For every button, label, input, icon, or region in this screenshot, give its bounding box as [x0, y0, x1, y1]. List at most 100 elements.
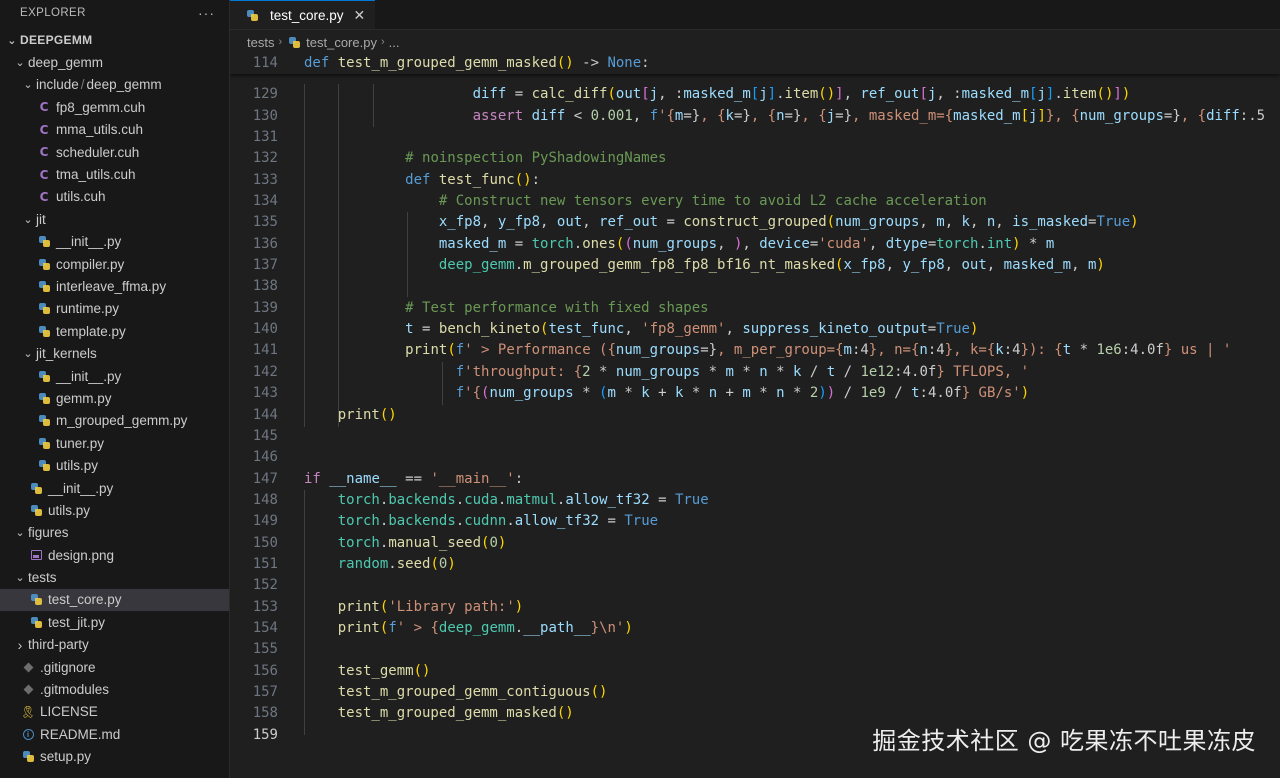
file-item[interactable]: template.py [0, 320, 229, 342]
folder-item[interactable]: ⌄ jit [0, 208, 229, 230]
file-item[interactable]: test_core.py [0, 588, 229, 612]
file-item[interactable]: test_jit.py [0, 611, 229, 633]
file-tree: ⌄ DEEPGEMM ⌄ deep_gemm ⌄ include / deep_gemm C… [0, 29, 229, 768]
file-item[interactable]: i README.md [0, 723, 229, 745]
file-item[interactable]: .gitmodules [0, 678, 229, 700]
file-item[interactable]: Cfp8_gemm.cuh [0, 96, 229, 118]
code-line[interactable]: 149 torch.backends.cudnn.allow_tf32 = Tr… [230, 511, 1280, 532]
file-item[interactable]: compiler.py [0, 253, 229, 275]
code-token: num_groups [489, 385, 574, 402]
code-line[interactable]: 139 # Test performance with fixed shapes [230, 298, 1280, 319]
file-item[interactable]: design.png [0, 544, 229, 566]
file-item[interactable]: tuner.py [0, 432, 229, 454]
code-line[interactable]: 134 # Construct new tensors every time t… [230, 191, 1280, 212]
code-line[interactable]: 143 f'{(num_groups * (m * k + k * n + m … [230, 383, 1280, 404]
code-line[interactable]: 140 t = bench_kineto(test_func, 'fp8_gem… [230, 319, 1280, 340]
breadcrumb-folder[interactable]: tests [247, 35, 274, 50]
code-text: print() [304, 405, 397, 426]
file-item[interactable]: gemm.py [0, 387, 229, 409]
code-line[interactable]: 156 test_gemm() [230, 661, 1280, 682]
code-line[interactable]: 153 print('Library path:') [230, 597, 1280, 618]
chevron-right-icon: › [380, 36, 385, 48]
code-line[interactable]: 154 print(f' > {deep_gemm.__path__}\n') [230, 618, 1280, 639]
line-number: 131 [252, 129, 278, 146]
code-token: , [1071, 257, 1088, 274]
code-line[interactable]: 147 if __name__ == '__main__': [230, 469, 1280, 490]
code-line[interactable]: 131 [230, 127, 1280, 148]
code-editor[interactable]: 114 def test_m_grouped_gemm_masked() -> N… [230, 53, 1280, 778]
file-item[interactable]: __init__.py [0, 365, 229, 387]
file-item[interactable]: 🎗 LICENSE [0, 701, 229, 723]
tab-test-core[interactable]: test_core.py ✕ [230, 0, 376, 29]
code-line[interactable]: 145 [230, 426, 1280, 447]
tree-item-label: mma_utils.cuh [56, 122, 144, 138]
code-token: . [1054, 86, 1063, 103]
chevron-down-icon: ⌄ [7, 34, 17, 47]
file-item[interactable]: runtime.py [0, 298, 229, 320]
code-line[interactable]: 148 torch.backends.cuda.matmul.allow_tf3… [230, 490, 1280, 511]
c-header-file-icon: C [39, 145, 49, 160]
code-text: x_fp8, y_fp8, out, ref_out = construct_g… [304, 212, 1139, 233]
code-line[interactable]: 144 print() [230, 405, 1280, 426]
folder-item[interactable]: ⌄ jit_kernels [0, 342, 229, 364]
code-token: is_masked [1012, 214, 1088, 231]
code-line[interactable]: 133 def test_func(): [230, 170, 1280, 191]
code-token: ] [835, 86, 844, 103]
file-item[interactable]: Cscheduler.cuh [0, 141, 229, 163]
workspace-root-folder[interactable]: ⌄ DEEPGEMM [0, 29, 229, 51]
file-item[interactable]: Cutils.cuh [0, 186, 229, 208]
tree-item-label: LICENSE [40, 704, 98, 720]
indent-guide [373, 84, 374, 127]
code-token: . [978, 235, 987, 252]
code-line[interactable]: 114 def test_m_grouped_gemm_masked() -> N… [230, 53, 1280, 75]
tree-item-label: setup.py [40, 749, 92, 765]
code-token: ) [514, 598, 524, 615]
code-line[interactable]: 130 assert diff < 0.001, f'{m=}, {k=}, {… [230, 106, 1280, 127]
line-number: 114 [252, 55, 278, 71]
file-item[interactable]: .gitignore [0, 656, 229, 678]
file-item[interactable]: utils.py [0, 454, 229, 476]
more-actions-icon[interactable]: ··· [198, 5, 215, 21]
code-text: test_m_grouped_gemm_contiguous() [304, 682, 608, 703]
code-text: print(f' > {deep_gemm.__path__}\n') [304, 618, 633, 639]
code-line[interactable]: 129 diff = calc_diff(out[j, :masked_m[j]… [230, 84, 1280, 105]
close-tab-icon[interactable]: ✕ [354, 7, 366, 24]
code-token: = [599, 513, 625, 530]
code-text: f'throughput: {2 * num_groups * m * n * … [304, 362, 1029, 383]
code-line[interactable]: 150 torch.manual_seed(0) [230, 533, 1280, 554]
file-item[interactable]: __init__.py [0, 231, 229, 253]
code-line[interactable]: 151 random.seed(0) [230, 554, 1280, 575]
code-line[interactable]: 135 x_fp8, y_fp8, out, ref_out = constru… [230, 212, 1280, 233]
file-item[interactable]: __init__.py [0, 477, 229, 499]
code-token: . [514, 619, 524, 636]
breadcrumb-symbol-more[interactable]: ... [389, 35, 400, 50]
code-token: , [540, 214, 557, 231]
code-line[interactable]: 157 test_m_grouped_gemm_contiguous() [230, 682, 1280, 703]
code-token: } GB/s' [961, 385, 1021, 402]
file-item[interactable]: utils.py [0, 499, 229, 521]
file-item[interactable]: Cmma_utils.cuh [0, 119, 229, 141]
python-file-icon [36, 258, 52, 270]
code-token: t [1062, 342, 1072, 359]
folder-item[interactable]: ⌄ include / deep_gemm [0, 74, 229, 96]
file-item[interactable]: setup.py [0, 746, 229, 768]
code-line[interactable]: 141 print(f' > Performance ({num_groups=… [230, 340, 1280, 361]
folder-item[interactable]: › third-party [0, 634, 229, 656]
code-line[interactable]: 142 f'throughput: {2 * num_groups * m * … [230, 362, 1280, 383]
code-line[interactable]: 155 [230, 639, 1280, 660]
breadcrumb-file[interactable]: test_core.py [286, 35, 377, 50]
folder-item[interactable]: ⌄ figures [0, 522, 229, 544]
folder-item[interactable]: ⌄ tests [0, 566, 229, 588]
license-file-icon: 🎗 [20, 704, 36, 719]
code-line[interactable]: 137 deep_gemm.m_grouped_gemm_fp8_fp8_bf1… [230, 255, 1280, 276]
code-line[interactable]: 138 [230, 276, 1280, 297]
code-line[interactable]: 132 # noinspection PyShadowingNames [230, 148, 1280, 169]
code-line[interactable]: 146 [230, 447, 1280, 468]
file-item[interactable]: m_grouped_gemm.py [0, 410, 229, 432]
code-line[interactable]: 136 masked_m = torch.ones((num_groups, )… [230, 234, 1280, 255]
file-item[interactable]: Ctma_utils.cuh [0, 163, 229, 185]
folder-item[interactable]: ⌄ deep_gemm [0, 51, 229, 73]
file-item[interactable]: interleave_ffma.py [0, 275, 229, 297]
code-line[interactable]: 152 [230, 575, 1280, 596]
